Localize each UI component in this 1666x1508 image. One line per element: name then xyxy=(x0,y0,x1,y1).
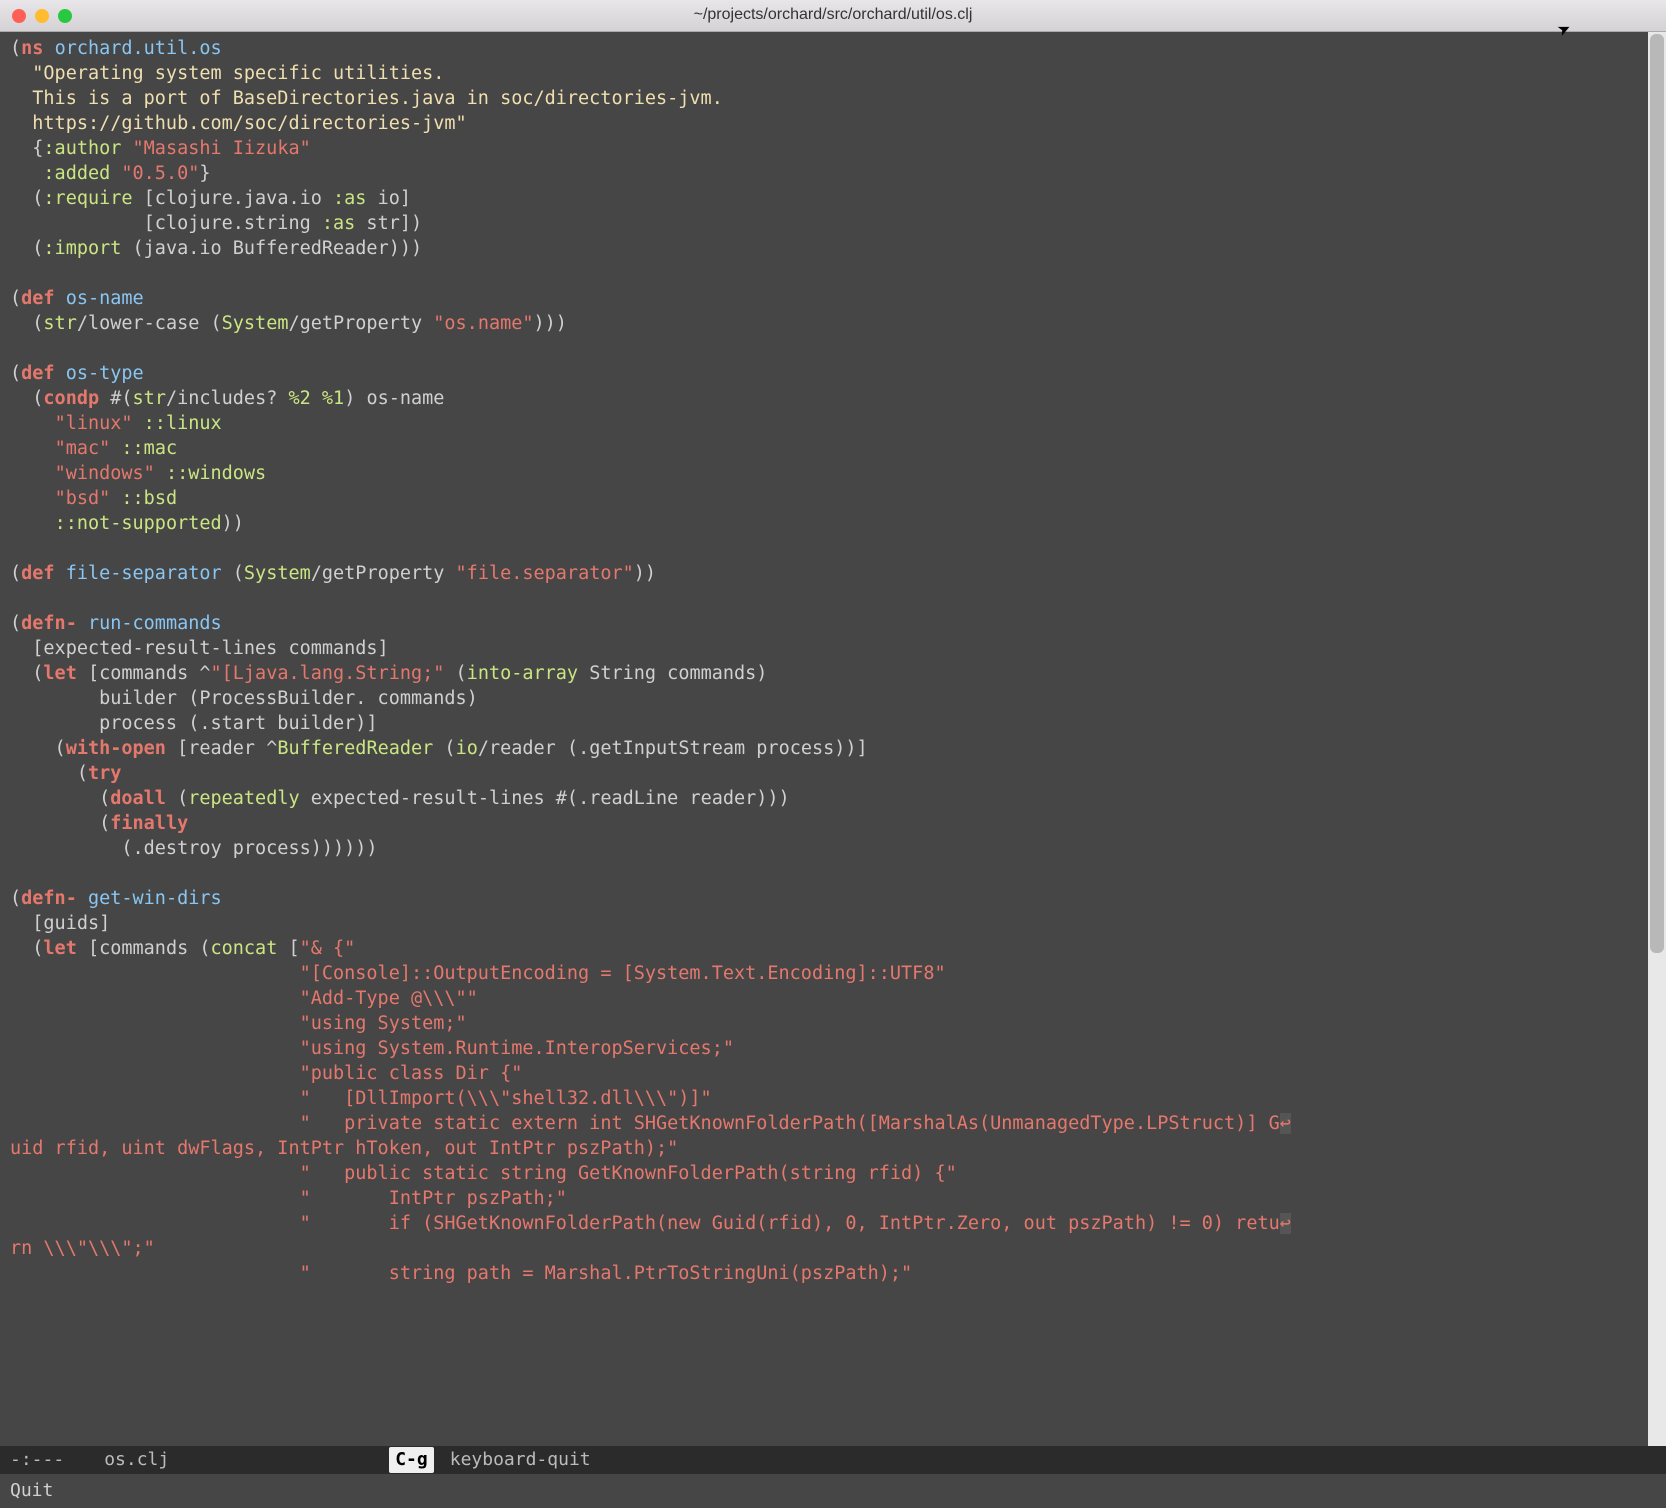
minibuffer-text: Quit xyxy=(10,1480,53,1501)
key-hint: C-g xyxy=(389,1447,434,1472)
titlebar[interactable]: ~/projects/orchard/src/orchard/util/os.c… xyxy=(0,0,1666,32)
modeline-status: -:--- xyxy=(10,1447,64,1472)
command-name: keyboard-quit xyxy=(450,1447,591,1472)
modeline[interactable]: -:--- os.clj C-g keyboard-quit xyxy=(0,1446,1666,1474)
window-title: ~/projects/orchard/src/orchard/util/os.c… xyxy=(12,4,1654,26)
editor-window: ~/projects/orchard/src/orchard/util/os.c… xyxy=(0,0,1666,1508)
minibuffer[interactable]: Quit xyxy=(0,1474,1666,1508)
zoom-icon[interactable] xyxy=(58,9,72,23)
scrollbar[interactable] xyxy=(1648,32,1666,1446)
modeline-file: os.clj xyxy=(104,1447,169,1472)
scrollbar-thumb[interactable] xyxy=(1650,34,1664,953)
code-buffer[interactable]: (ns orchard.util.os "Operating system sp… xyxy=(0,32,1648,1446)
traffic-lights xyxy=(12,9,72,23)
minimize-icon[interactable] xyxy=(35,9,49,23)
editor-pane: (ns orchard.util.os "Operating system sp… xyxy=(0,32,1666,1446)
close-icon[interactable] xyxy=(12,9,26,23)
